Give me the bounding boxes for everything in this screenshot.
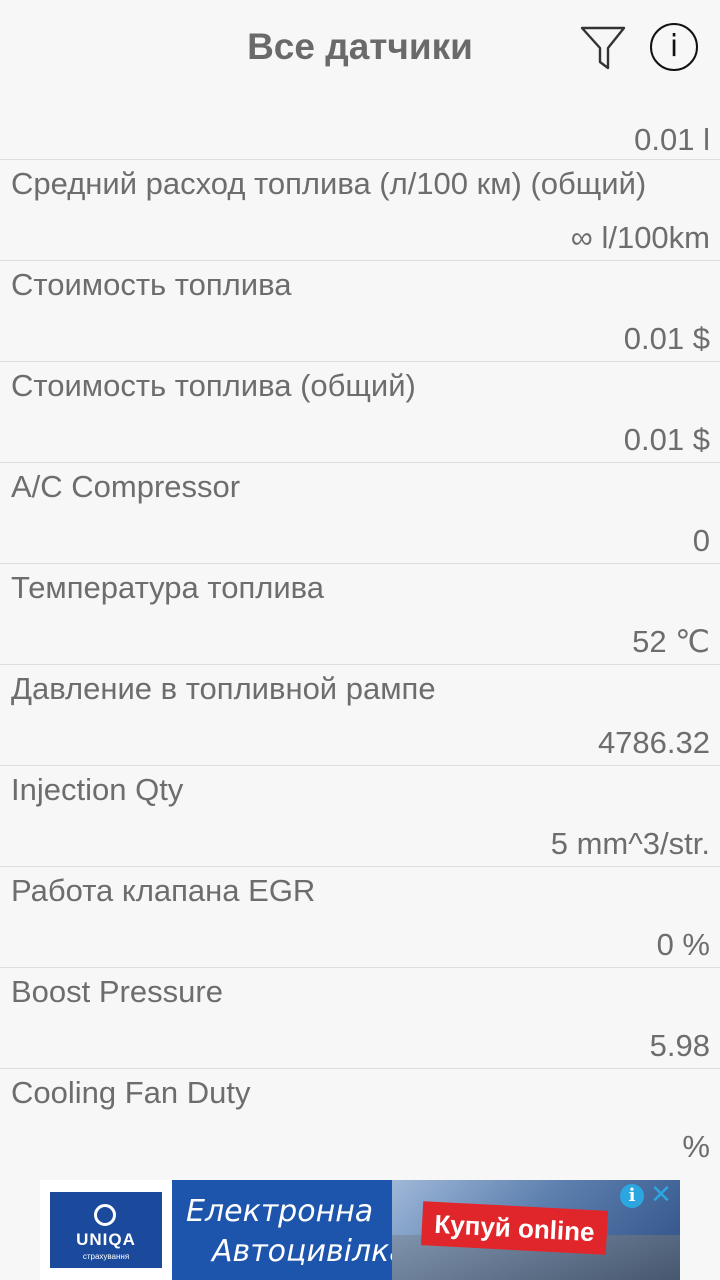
ad-text-area: Електронна Автоцивілка (172, 1180, 408, 1280)
sensor-label: Средний расход топлива (л/100 км) (общий… (11, 166, 647, 201)
list-item[interactable]: Cooling Fan Duty % (0, 1069, 720, 1179)
sensor-value: 4786.32 (597, 725, 710, 760)
sensor-value: 5.98 (649, 1028, 710, 1063)
ad-info-icon[interactable]: i (620, 1184, 644, 1208)
sensor-label: Давление в топливной рампе (11, 671, 436, 706)
filter-button[interactable] (578, 22, 628, 72)
sensor-label: Boost Pressure (11, 974, 223, 1009)
ad-brand: UNIQA (76, 1230, 136, 1249)
sensor-label: Температура топлива (11, 570, 325, 605)
list-item[interactable]: 0.01 l (0, 100, 720, 160)
list-item[interactable]: Стоимость топлива 0.01 $ (0, 261, 720, 362)
ad-logo: UNIQA страхування (40, 1180, 172, 1280)
sensor-list[interactable]: 0.01 l Средний расход топлива (л/100 км)… (0, 100, 720, 1179)
list-item[interactable]: Давление в топливной рампе 4786.32 (0, 665, 720, 766)
ad-headline-1: Електронна (186, 1194, 374, 1229)
sensor-label: Стоимость топлива (11, 267, 292, 302)
info-icon: i (669, 29, 679, 64)
sensor-label: Injection Qty (11, 772, 184, 807)
uniqa-logo-icon (94, 1204, 116, 1226)
app-header: Все датчики i (0, 0, 720, 100)
sensor-label: Стоимость топлива (общий) (11, 368, 416, 403)
sensor-value: ∞ l/100km (570, 220, 710, 255)
filter-icon (580, 26, 626, 70)
sensor-label: A/C Compressor (11, 469, 241, 504)
ad-close-icon[interactable]: ✕ (648, 1182, 674, 1208)
ad-brand-sub: страхування (82, 1252, 130, 1261)
sensor-value: % (682, 1129, 710, 1164)
sensor-value: 0 % (656, 927, 710, 962)
list-item[interactable]: Температура топлива 52 ℃ (0, 564, 720, 665)
sensor-value: 5 mm^3/str. (550, 826, 710, 861)
ad-headline-2: Автоцивілка (212, 1234, 408, 1269)
ad-logo-box: UNIQA страхування (50, 1192, 162, 1268)
list-item[interactable]: Средний расход топлива (л/100 км) (общий… (0, 160, 720, 261)
sensor-value: 0.01 $ (623, 321, 710, 356)
sensor-label: Работа клапана EGR (11, 873, 316, 908)
list-item[interactable]: Boost Pressure 5.98 (0, 968, 720, 1069)
sensor-label: Cooling Fan Duty (11, 1075, 251, 1110)
sensor-value: 0.01 $ (623, 422, 710, 457)
list-item[interactable]: Injection Qty 5 mm^3/str. (0, 766, 720, 867)
sensor-value: 52 ℃ (632, 624, 710, 659)
sensor-value: 0 (692, 523, 710, 558)
screen: Все датчики i 0.01 l Средний расход топл… (0, 0, 720, 1280)
info-button[interactable]: i (650, 23, 698, 71)
ad-banner[interactable]: UNIQA страхування Електронна Автоцивілка… (40, 1180, 680, 1280)
list-item[interactable]: A/C Compressor 0 (0, 463, 720, 564)
sensor-value: 0.01 l (634, 122, 710, 157)
list-item[interactable]: Стоимость топлива (общий) 0.01 $ (0, 362, 720, 463)
list-item[interactable]: Работа клапана EGR 0 % (0, 867, 720, 968)
